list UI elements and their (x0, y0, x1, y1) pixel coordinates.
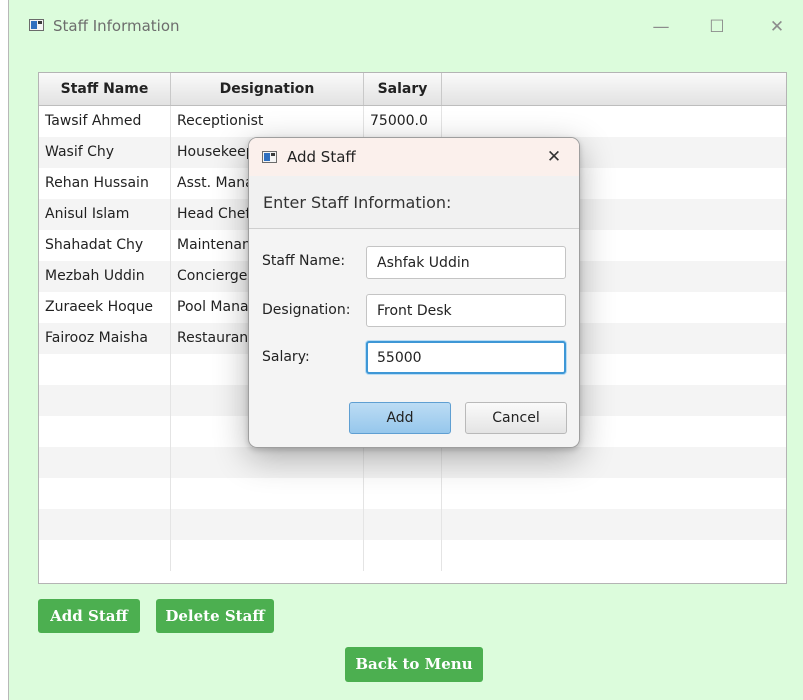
dialog-add-button[interactable]: Add (349, 402, 451, 434)
cell-empty (442, 509, 786, 540)
salary-input[interactable] (366, 341, 566, 374)
title-bar: Staff Information — ☐ ✕ (9, 0, 803, 56)
cell-staff-name (39, 416, 171, 447)
back-to-menu-button[interactable]: Back to Menu (345, 647, 483, 682)
cell-staff-name: Anisul Islam (39, 199, 171, 230)
dialog-title-bar: Add Staff ✕ (249, 138, 579, 176)
column-header-designation[interactable]: Designation (171, 73, 364, 105)
designation-label: Designation: (262, 302, 351, 318)
left-edge (0, 0, 9, 700)
cell-empty (442, 106, 786, 137)
cell-salary (364, 540, 442, 571)
cell-staff-name (39, 540, 171, 571)
cell-empty (442, 478, 786, 509)
cell-salary (364, 478, 442, 509)
cell-staff-name (39, 354, 171, 385)
cell-staff-name: Fairooz Maisha (39, 323, 171, 354)
cell-salary: 75000.0 (364, 106, 442, 137)
table-row[interactable] (39, 478, 786, 509)
dialog-header-text: Enter Staff Information: (263, 193, 452, 212)
table-header: Staff Name Designation Salary (39, 73, 786, 106)
delete-staff-button[interactable]: Delete Staff (156, 599, 274, 633)
cell-staff-name: Tawsif Ahmed (39, 106, 171, 137)
cell-staff-name (39, 478, 171, 509)
dialog-title: Add Staff (287, 148, 356, 166)
minimize-icon[interactable]: — (641, 12, 681, 42)
table-row[interactable] (39, 540, 786, 571)
cell-designation (171, 540, 364, 571)
cell-staff-name (39, 385, 171, 416)
table-row[interactable]: Tawsif Ahmed Receptionist 75000.0 (39, 106, 786, 137)
cell-staff-name (39, 447, 171, 478)
cell-salary (364, 509, 442, 540)
close-icon[interactable]: ✕ (757, 12, 797, 42)
table-row[interactable] (39, 447, 786, 478)
cell-designation (171, 447, 364, 478)
cell-designation (171, 509, 364, 540)
table-row[interactable] (39, 509, 786, 540)
cell-salary (364, 447, 442, 478)
salary-label: Salary: (262, 349, 310, 365)
dialog-app-icon (262, 151, 277, 163)
cell-staff-name: Zuraeek Hoque (39, 292, 171, 323)
cell-empty (442, 447, 786, 478)
cell-staff-name: Wasif Chy (39, 137, 171, 168)
cell-staff-name: Shahadat Chy (39, 230, 171, 261)
dialog-header: Enter Staff Information: (249, 176, 579, 229)
maximize-icon[interactable]: ☐ (697, 12, 737, 42)
column-header-staff-name[interactable]: Staff Name (39, 73, 171, 105)
cell-empty (442, 540, 786, 571)
app-window-icon (29, 19, 44, 31)
cell-staff-name (39, 509, 171, 540)
cell-staff-name: Rehan Hussain (39, 168, 171, 199)
dialog-cancel-button[interactable]: Cancel (465, 402, 567, 434)
add-staff-button[interactable]: Add Staff (38, 599, 140, 633)
add-staff-dialog: Add Staff ✕ Enter Staff Information: Sta… (248, 137, 580, 448)
staff-name-input[interactable] (366, 246, 566, 279)
cell-staff-name: Mezbah Uddin (39, 261, 171, 292)
dialog-close-icon[interactable]: ✕ (539, 142, 569, 172)
staff-name-label: Staff Name: (262, 253, 346, 269)
designation-input[interactable] (366, 294, 566, 327)
window-title: Staff Information (53, 17, 180, 35)
column-header-salary[interactable]: Salary (364, 73, 442, 105)
cell-designation (171, 478, 364, 509)
cell-designation: Receptionist (171, 106, 364, 137)
